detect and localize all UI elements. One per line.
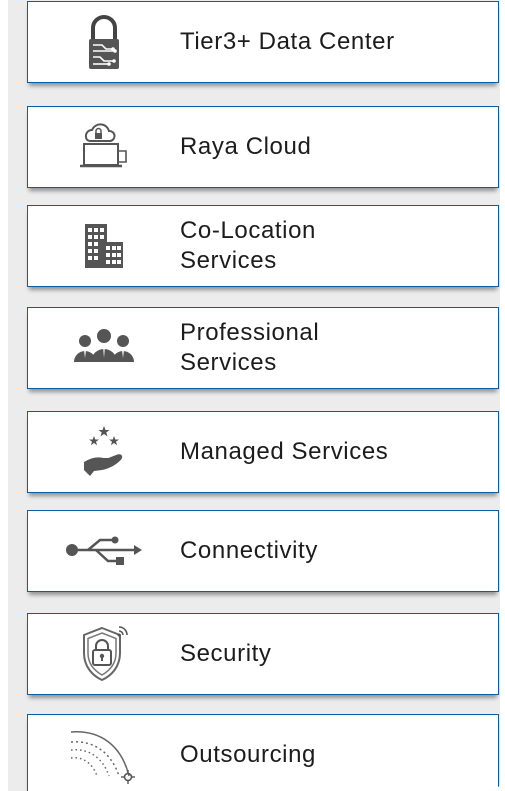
menu-item-label: Managed Services [180, 438, 389, 465]
menu-item-label: Co-Location Services [180, 217, 317, 274]
menu-item-co-location-services[interactable]: Co-Location Services [27, 205, 499, 287]
cloud-laptop-icon [28, 107, 180, 187]
menu-item-professional-services[interactable]: Professional Services [27, 307, 499, 389]
menu-item-label: Security [180, 640, 272, 667]
usb-icon [28, 511, 180, 591]
menu-item-label: Outsourcing [180, 741, 316, 768]
padlock-circuit-icon [28, 2, 180, 82]
shield-lock-icon [28, 614, 180, 694]
menu-item-connectivity[interactable]: Connectivity [27, 510, 499, 592]
satellite-signal-icon [28, 715, 180, 791]
menu-item-label: Connectivity [180, 537, 318, 564]
menu-item-label: Professional Services [180, 319, 320, 376]
menu-item-raya-cloud[interactable]: Raya Cloud [27, 106, 499, 188]
menu-item-security[interactable]: Security [27, 613, 499, 695]
buildings-icon [28, 206, 180, 286]
menu-item-label: Raya Cloud [180, 133, 312, 160]
team-icon [28, 308, 180, 388]
hand-stars-icon [28, 412, 180, 492]
menu-item-label: Tier3+ Data Center [180, 28, 395, 55]
menu-item-outsourcing[interactable]: Outsourcing [27, 714, 499, 791]
menu-item-tier3-data-center[interactable]: Tier3+ Data Center [27, 1, 499, 83]
menu-item-managed-services[interactable]: Managed Services [27, 411, 499, 493]
services-panel: Tier3+ Data Center Raya Cloud Co-Locatio… [0, 0, 505, 791]
